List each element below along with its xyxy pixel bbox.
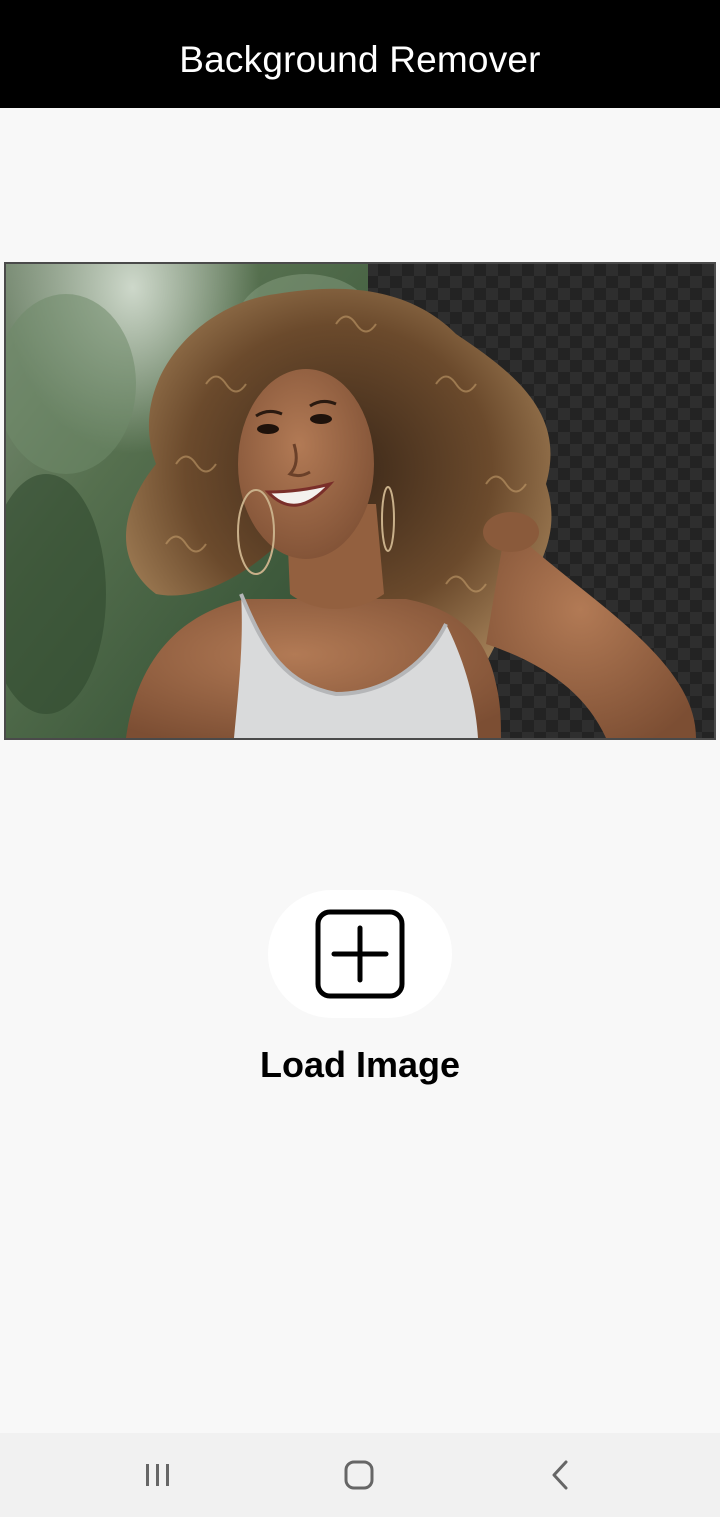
system-navigation-bar	[0, 1433, 720, 1517]
back-icon	[552, 1460, 568, 1490]
back-button[interactable]	[530, 1451, 590, 1499]
app-title: Background Remover	[179, 39, 541, 80]
recent-apps-icon	[146, 1464, 169, 1486]
home-icon	[344, 1460, 374, 1490]
load-area: Load Image	[0, 890, 720, 1086]
load-image-button[interactable]	[268, 890, 452, 1018]
recent-apps-button[interactable]	[128, 1451, 188, 1499]
image-preview	[4, 262, 716, 740]
preview-image	[6, 264, 714, 738]
load-image-label[interactable]: Load Image	[260, 1044, 460, 1086]
add-square-icon	[315, 909, 405, 999]
app-bar: Background Remover	[0, 0, 720, 108]
home-button[interactable]	[329, 1451, 389, 1499]
